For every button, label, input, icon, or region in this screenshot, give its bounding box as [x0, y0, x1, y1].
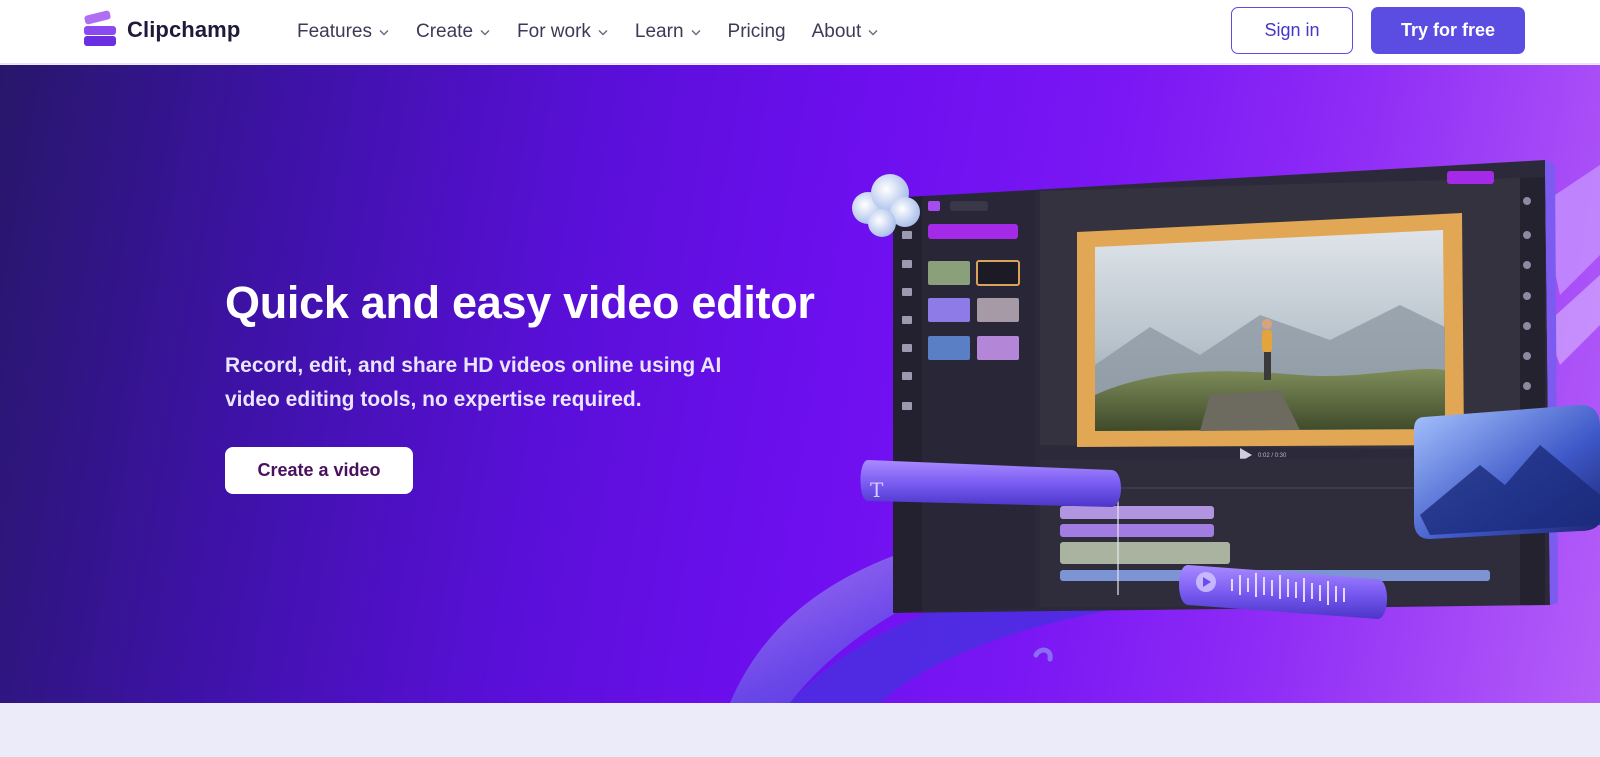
- hero-subtitle: Record, edit, and share HD videos online…: [225, 354, 722, 411]
- chevron-down-icon: [378, 26, 390, 38]
- next-section-band: [0, 703, 1600, 757]
- playback-time: 0:02 / 0:30: [1258, 453, 1287, 459]
- nav-label: Create: [415, 21, 474, 42]
- hero-section: 0:02 / 0:30 T Quick and easy video edito…: [0, 65, 1600, 703]
- main-nav: Features Create For work Learn Pricing A…: [297, 0, 905, 64]
- nav-item-create[interactable]: Create: [416, 21, 491, 43]
- clipchamp-logo-icon: [83, 9, 118, 46]
- nav-label: Pricing: [727, 21, 786, 42]
- record-button-mock: [928, 224, 1018, 239]
- site-header: Clipchamp Features Create For work Learn…: [0, 0, 1600, 64]
- try-for-free-button[interactable]: Try for free: [1371, 7, 1525, 54]
- hero-title: Quick and easy video editor: [225, 277, 815, 328]
- text-tool-icon: T: [870, 478, 884, 502]
- clipchamp-logo[interactable]: Clipchamp: [83, 9, 241, 46]
- nav-label: About: [811, 21, 862, 42]
- nav-label: Features: [297, 21, 372, 42]
- nav-item-for-work[interactable]: For work: [517, 21, 609, 43]
- chevron-down-icon: [479, 26, 491, 38]
- sign-in-button[interactable]: Sign in: [1231, 7, 1353, 54]
- nav-item-learn[interactable]: Learn: [635, 21, 702, 43]
- nav-label: For work: [517, 21, 591, 42]
- nav-item-about[interactable]: About: [812, 21, 880, 43]
- chevron-down-icon: [597, 26, 609, 38]
- brand-name: Clipchamp: [127, 17, 241, 42]
- nav-label: Learn: [634, 21, 684, 42]
- nav-item-features[interactable]: Features: [297, 21, 390, 43]
- chevron-down-icon: [690, 26, 702, 38]
- chevron-down-icon: [867, 26, 879, 38]
- nav-item-pricing[interactable]: Pricing: [728, 21, 786, 43]
- person-figure: [1262, 330, 1272, 352]
- create-video-button[interactable]: Create a video: [225, 447, 413, 494]
